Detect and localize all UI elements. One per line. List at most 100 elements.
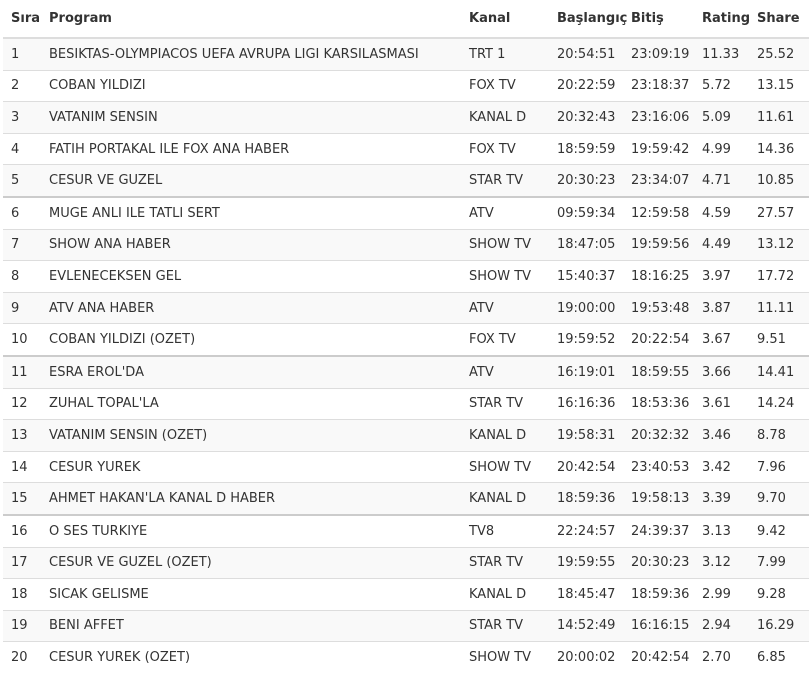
cell-start: 19:58:31 [549, 419, 623, 452]
cell-rank: 8 [3, 260, 41, 293]
cell-rank: 12 [3, 387, 41, 420]
cell-program: CESUR VE GUZEL [41, 164, 461, 197]
cell-channel: FOX TV [461, 69, 549, 102]
cell-channel: KANAL D [461, 578, 549, 611]
cell-end: 23:34:07 [623, 164, 694, 197]
table-row: 3 VATANIM SENSIN KANAL D 20:32:43 23:16:06 5.… [3, 101, 809, 134]
header-end: Bitiş [623, 0, 694, 39]
table-row: 19 BENI AFFET STAR TV 14:52:49 16:16:15 2.94 1… [3, 609, 809, 642]
cell-channel: ATV [461, 354, 549, 389]
cell-start: 16:16:36 [549, 387, 623, 420]
cell-program: ZUHAL TOPAL'LA [41, 387, 461, 420]
cell-rating: 4.59 [694, 195, 749, 230]
cell-start: 09:59:34 [549, 195, 623, 230]
cell-start: 20:54:51 [549, 37, 623, 71]
table-row: 16 O SES TURKIYE TV8 22:24:57 24:39:37 3.13 9.… [3, 513, 809, 547]
cell-rank: 19 [3, 609, 41, 642]
table-row: 5 CESUR VE GUZEL STAR TV 20:30:23 23:34:07 4.… [3, 164, 809, 197]
cell-rating: 2.99 [694, 578, 749, 611]
cell-channel: FOX TV [461, 323, 549, 356]
cell-rating: 2.70 [694, 641, 749, 673]
cell-rating: 3.46 [694, 419, 749, 452]
table-row: 7 SHOW ANA HABER SHOW TV 18:47:05 19:59:56 4.… [3, 228, 809, 261]
cell-channel: ATV [461, 291, 549, 324]
table-row: 10 COBAN YILDIZI (OZET) FOX TV 19:59:52 20:2… [3, 323, 809, 356]
cell-rank: 14 [3, 450, 41, 483]
cell-end: 19:59:56 [623, 228, 694, 261]
cell-rank: 10 [3, 323, 41, 356]
cell-channel: SHOW TV [461, 641, 549, 673]
cell-share: 13.12 [749, 228, 809, 261]
cell-share: 6.85 [749, 641, 809, 673]
header-start: Başlangıç [549, 0, 627, 39]
cell-start: 20:32:43 [549, 101, 623, 134]
cell-rank: 5 [3, 164, 41, 197]
cell-rank: 2 [3, 69, 41, 102]
cell-start: 20:22:59 [549, 69, 623, 102]
cell-share: 9.28 [749, 578, 809, 611]
cell-rank: 11 [3, 354, 41, 389]
cell-rank: 3 [3, 101, 41, 134]
cell-rating: 3.13 [694, 513, 749, 547]
cell-channel: KANAL D [461, 101, 549, 134]
table-row: 18 SICAK GELISME KANAL D 18:45:47 18:59:36 2.… [3, 578, 809, 611]
cell-end: 16:16:15 [623, 609, 694, 642]
cell-share: 8.78 [749, 419, 809, 452]
cell-program: ATV ANA HABER [41, 291, 461, 324]
cell-end: 23:18:37 [623, 69, 694, 102]
cell-share: 7.99 [749, 546, 809, 579]
cell-program: FATIH PORTAKAL ILE FOX ANA HABER [41, 132, 461, 165]
cell-rank: 20 [3, 641, 41, 673]
cell-share: 13.15 [749, 69, 809, 102]
cell-rating: 2.94 [694, 609, 749, 642]
cell-share: 14.36 [749, 132, 809, 165]
cell-share: 14.24 [749, 387, 809, 420]
cell-share: 16.29 [749, 609, 809, 642]
cell-share: 9.70 [749, 482, 809, 515]
cell-share: 11.61 [749, 101, 809, 134]
cell-end: 19:58:13 [623, 482, 694, 515]
cell-program: COBAN YILDIZI (OZET) [41, 323, 461, 356]
cell-end: 20:30:23 [623, 546, 694, 579]
cell-share: 11.11 [749, 291, 809, 324]
cell-share: 27.57 [749, 195, 809, 230]
cell-rating: 3.39 [694, 482, 749, 515]
cell-program: AHMET HAKAN'LA KANAL D HABER [41, 482, 461, 515]
cell-rating: 3.61 [694, 387, 749, 420]
table-header-row: Sıra Program Kanal Başlangıç Bitiş Ratin… [3, 0, 809, 39]
cell-start: 19:59:55 [549, 546, 623, 579]
cell-rating: 3.87 [694, 291, 749, 324]
cell-rating: 4.99 [694, 132, 749, 165]
cell-end: 20:42:54 [623, 641, 694, 673]
cell-rank: 4 [3, 132, 41, 165]
cell-end: 23:40:53 [623, 450, 694, 483]
cell-end: 20:32:32 [623, 419, 694, 452]
table-row: 9 ATV ANA HABER ATV 19:00:00 19:53:48 3.87 11.… [3, 291, 809, 324]
cell-rating: 3.12 [694, 546, 749, 579]
cell-end: 20:22:54 [623, 323, 694, 356]
cell-program: BESIKTAS-OLYMPIACOS UEFA AVRUPA LIGI KAR… [41, 37, 461, 71]
cell-channel: TRT 1 [461, 37, 549, 71]
cell-end: 19:53:48 [623, 291, 694, 324]
cell-share: 10.85 [749, 164, 809, 197]
table-row: 14 CESUR YUREK SHOW TV 20:42:54 23:40:53 3.42… [3, 450, 809, 483]
cell-program: CESUR VE GUZEL (OZET) [41, 546, 461, 579]
header-program: Program [41, 0, 461, 39]
cell-rank: 16 [3, 513, 41, 547]
cell-rank: 7 [3, 228, 41, 261]
cell-start: 22:24:57 [549, 513, 623, 547]
cell-channel: SHOW TV [461, 228, 549, 261]
cell-share: 9.42 [749, 513, 809, 547]
cell-start: 18:59:36 [549, 482, 623, 515]
cell-start: 20:00:02 [549, 641, 623, 673]
cell-program: SICAK GELISME [41, 578, 461, 611]
table-row: 15 AHMET HAKAN'LA KANAL D HABER KANAL D 18:… [3, 482, 809, 515]
cell-program: CESUR YUREK [41, 450, 461, 483]
cell-share: 14.41 [749, 354, 809, 389]
cell-rank: 18 [3, 578, 41, 611]
table-row: 8 EVLENECEKSEN GEL SHOW TV 15:40:37 18:16:25… [3, 260, 809, 293]
cell-channel: KANAL D [461, 482, 549, 515]
table-row: 1 BESIKTAS-OLYMPIACOS UEFA AVRUPA LIGI KA… [3, 37, 809, 71]
cell-program: SHOW ANA HABER [41, 228, 461, 261]
cell-start: 16:19:01 [549, 354, 623, 389]
